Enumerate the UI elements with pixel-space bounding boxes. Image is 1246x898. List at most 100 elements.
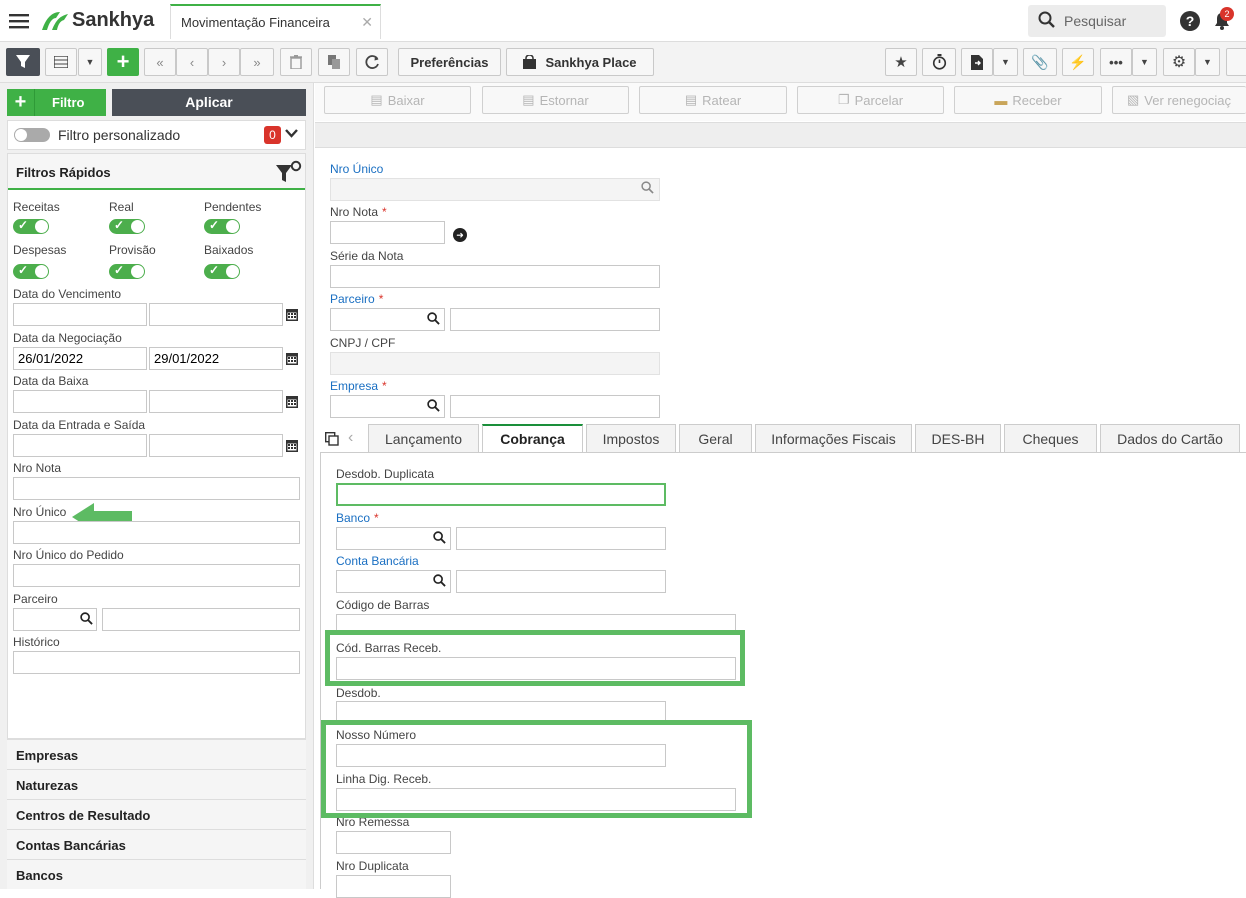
toggle-receitas[interactable]: ✓ xyxy=(13,218,49,234)
previous-record-button[interactable]: ‹ xyxy=(176,48,208,76)
calendar-icon[interactable] xyxy=(285,394,298,408)
add-record-button[interactable]: + xyxy=(107,48,139,76)
filter-note-number-input[interactable] xyxy=(13,477,300,500)
export-button[interactable] xyxy=(961,48,993,76)
partner-name-input[interactable] xyxy=(450,308,660,331)
preferences-button[interactable]: Preferências xyxy=(398,48,501,76)
arrow-right-circle-icon[interactable]: ➜ xyxy=(453,228,467,242)
add-filter-button[interactable]: + Filtro xyxy=(7,89,106,116)
search-icon[interactable] xyxy=(433,574,446,590)
note-series-input[interactable] xyxy=(330,265,660,288)
settlement-date-to-input[interactable] xyxy=(149,390,283,413)
remittance-number-input[interactable] xyxy=(336,831,451,854)
tab-dados-do-cartao[interactable]: Dados do Cartão xyxy=(1100,424,1240,453)
next-record-button[interactable]: › xyxy=(208,48,240,76)
due-date-to-input[interactable] xyxy=(149,303,283,326)
entry-exit-date-from-input[interactable] xyxy=(13,434,147,457)
negotiation-date-to-input[interactable] xyxy=(149,347,283,370)
parcelar-label: Parcelar xyxy=(854,92,904,108)
due-date-from-input[interactable] xyxy=(13,303,147,326)
calendar-icon[interactable] xyxy=(285,307,298,321)
search-icon[interactable] xyxy=(641,181,654,197)
filter-partner-name-input[interactable] xyxy=(102,608,300,631)
estornar-button[interactable]: ▤ Estornar xyxy=(482,86,629,114)
more-options-button[interactable]: ••• xyxy=(1100,48,1132,76)
toggle-baixados[interactable]: ✓ xyxy=(204,263,240,279)
unique-number-input[interactable] xyxy=(330,178,660,201)
custom-filter-switch[interactable] xyxy=(14,128,50,142)
section-contas-bancarias[interactable]: Contas Bancárias xyxy=(7,829,306,859)
toggle-real[interactable]: ✓ xyxy=(109,218,145,234)
entry-exit-date-to-input[interactable] xyxy=(149,434,283,457)
timer-button[interactable] xyxy=(922,48,956,76)
negotiation-date-from-input[interactable] xyxy=(13,347,147,370)
view-dropdown-button[interactable]: ▼ xyxy=(78,48,102,76)
actions-button[interactable]: ⚡ xyxy=(1062,48,1094,76)
favorite-button[interactable]: ★ xyxy=(885,48,917,76)
help-icon[interactable]: ? xyxy=(1180,11,1200,31)
global-search[interactable]: Pesquisar xyxy=(1028,5,1166,37)
section-empresas[interactable]: Empresas xyxy=(7,739,306,769)
cnpj-input[interactable] xyxy=(330,352,660,375)
shopping-bag-icon xyxy=(523,55,537,69)
chevron-down-icon[interactable] xyxy=(284,125,299,143)
filter-settings-icon[interactable] xyxy=(274,160,302,187)
hamburger-menu-icon[interactable] xyxy=(8,10,30,32)
history-input[interactable] xyxy=(13,651,300,674)
export-dropdown-button[interactable]: ▼ xyxy=(993,48,1018,76)
tab-impostos[interactable]: Impostos xyxy=(586,424,676,453)
search-icon[interactable] xyxy=(80,612,93,628)
search-icon[interactable] xyxy=(433,531,446,547)
search-icon[interactable] xyxy=(427,312,440,328)
settings-button[interactable]: ⚙ xyxy=(1163,48,1195,76)
tab-cobranca[interactable]: Cobrança xyxy=(482,424,583,453)
first-record-button[interactable]: « xyxy=(144,48,176,76)
highlight-box-barcode-received xyxy=(325,630,745,686)
sankhya-place-button[interactable]: Sankhya Place xyxy=(506,48,654,76)
toggle-despesas[interactable]: ✓ xyxy=(13,263,49,279)
receber-button[interactable]: ▬ Receber xyxy=(954,86,1102,114)
tab-informacoes-fiscais[interactable]: Informações Fiscais xyxy=(755,424,912,453)
last-record-button[interactable]: » xyxy=(240,48,274,76)
section-bancos[interactable]: Bancos xyxy=(7,859,306,889)
section-naturezas[interactable]: Naturezas xyxy=(7,769,306,799)
attachment-button[interactable]: 📎 xyxy=(1023,48,1057,76)
app-tab[interactable]: Movimentação Financeira ✕ xyxy=(170,4,381,39)
refresh-button[interactable] xyxy=(356,48,388,76)
toggle-provisao[interactable]: ✓ xyxy=(109,263,145,279)
parcelar-button[interactable]: ❐ Parcelar xyxy=(797,86,944,114)
more-dropdown-button[interactable]: ▼ xyxy=(1132,48,1157,76)
filter-toggle-button[interactable] xyxy=(6,48,40,76)
copy-tabs-icon[interactable] xyxy=(324,431,339,449)
search-icon[interactable] xyxy=(427,399,440,415)
close-tab-icon[interactable]: ✕ xyxy=(361,14,373,31)
renegociacao-button[interactable]: ▧ Ver renegociaç xyxy=(1112,86,1246,114)
tabs-scroll-left-icon[interactable]: ‹ xyxy=(348,429,353,447)
calendar-icon[interactable] xyxy=(285,351,298,365)
installment-split-input[interactable] xyxy=(336,483,666,506)
quick-filters-header[interactable]: Filtros Rápidos xyxy=(8,154,305,190)
copy-button[interactable] xyxy=(318,48,350,76)
toggle-pendentes[interactable]: ✓ xyxy=(204,218,240,234)
settings-dropdown-button[interactable]: ▼ xyxy=(1195,48,1220,76)
baixar-button[interactable]: ▤ Baixar xyxy=(324,86,471,114)
company-name-input[interactable] xyxy=(450,395,660,418)
bank-account-name-input[interactable] xyxy=(456,570,666,593)
tab-cheques[interactable]: Cheques xyxy=(1004,424,1097,453)
section-centros-de-resultado[interactable]: Centros de Resultado xyxy=(7,799,306,829)
tab-lancamento[interactable]: Lançamento xyxy=(368,424,479,453)
settlement-date-from-input[interactable] xyxy=(13,390,147,413)
tab-des-bh[interactable]: DES-BH xyxy=(915,424,1001,453)
duplicate-number-input[interactable] xyxy=(336,875,451,898)
ratear-button[interactable]: ▤ Ratear xyxy=(639,86,787,114)
filter-unique-number-input[interactable] xyxy=(13,521,300,544)
grid-view-button[interactable] xyxy=(45,48,77,76)
delete-button[interactable] xyxy=(280,48,312,76)
calendar-icon[interactable] xyxy=(285,438,298,452)
tab-geral[interactable]: Geral xyxy=(679,424,752,453)
note-number-input[interactable] xyxy=(330,221,445,244)
bank-name-input[interactable] xyxy=(456,527,666,550)
order-unique-number-input[interactable] xyxy=(13,564,300,587)
apply-filter-button[interactable]: Aplicar xyxy=(112,89,306,116)
overflow-toolbar-item[interactable] xyxy=(1226,48,1246,76)
